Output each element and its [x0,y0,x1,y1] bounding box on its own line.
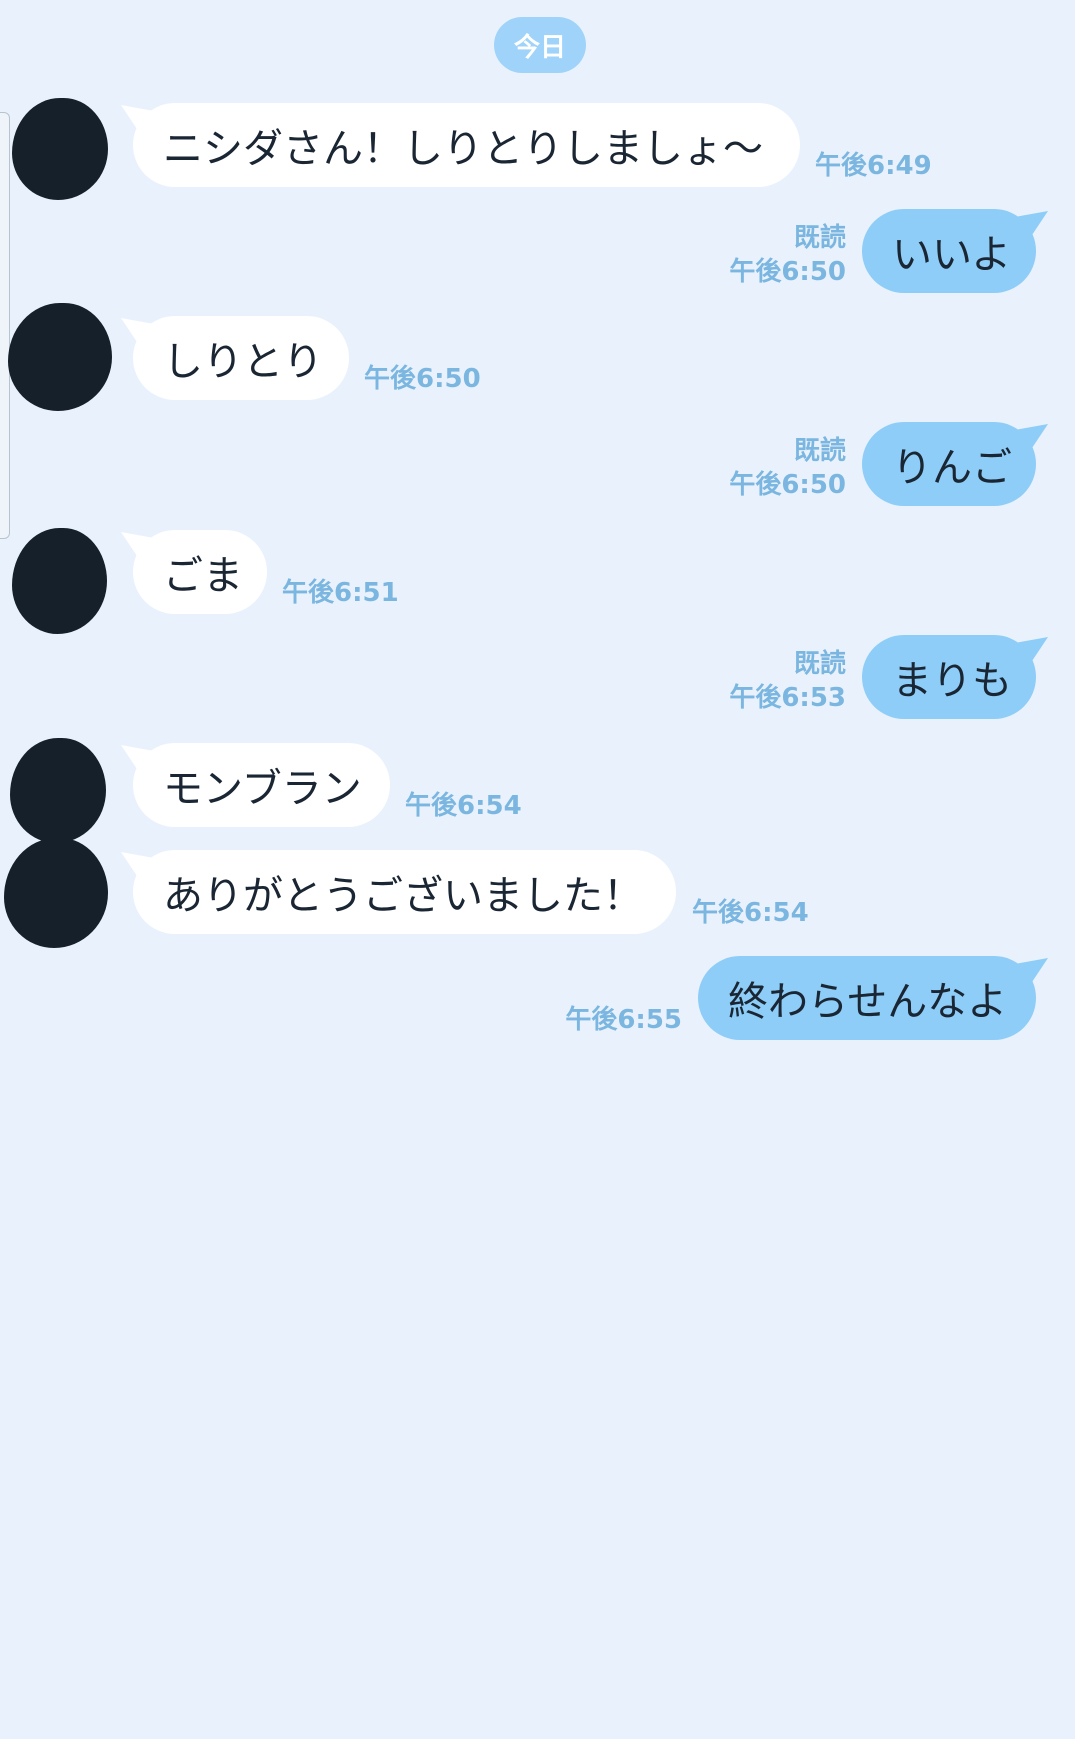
incoming-message-bubble[interactable]: しりとり [133,316,349,400]
message-text: モンブラン [163,766,362,812]
message-text: ニシダさん！しりとりしましょ〜 [163,126,763,172]
message-text: ありがとうございました！ [163,873,643,919]
sender-avatar[interactable] [12,528,107,634]
message-time: 午後6:49 [815,151,932,181]
message-time: 午後6:55 [565,1005,682,1035]
message-text: ごま [163,553,243,599]
incoming-message-bubble[interactable]: ニシダさん！しりとりしましょ〜 [133,103,800,187]
sender-avatar[interactable] [10,738,106,843]
read-receipt: 既読 [793,436,846,466]
message-time: 午後6:50 [729,257,846,287]
sender-avatar[interactable] [12,98,108,200]
incoming-message-bubble[interactable]: ごま [133,530,267,614]
outgoing-message-bubble[interactable]: りんご [862,422,1036,506]
message-text: しりとり [163,339,323,385]
message-time: 午後6:51 [282,578,399,608]
read-receipt: 既読 [793,649,846,679]
incoming-message-bubble[interactable]: ありがとうございました！ [133,850,676,934]
side-drawer-handle[interactable] [0,112,10,539]
outgoing-message-bubble[interactable]: まりも [862,635,1036,719]
message-text: いいよ [892,232,1012,278]
message-time: 午後6:50 [364,364,481,394]
sender-avatar[interactable] [4,838,108,948]
incoming-message-bubble[interactable]: モンブラン [133,743,390,827]
outgoing-message-bubble[interactable]: いいよ [862,209,1036,293]
sender-avatar[interactable] [8,303,112,411]
message-time: 午後6:54 [692,898,809,928]
message-text: りんご [892,445,1012,491]
outgoing-message-bubble[interactable]: 終わらせんなよ [698,956,1036,1040]
message-time: 午後6:50 [729,470,846,500]
message-text: まりも [892,658,1012,704]
message-text: 終わらせんなよ [728,979,1008,1025]
message-time: 午後6:54 [405,791,522,821]
date-separator: 今日 [494,17,586,73]
message-time: 午後6:53 [729,683,846,713]
read-receipt: 既読 [793,223,846,253]
